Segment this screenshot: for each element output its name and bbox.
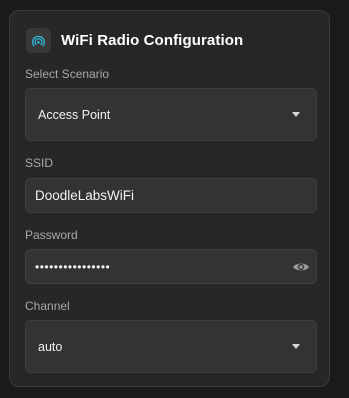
wifi-radio-icon: [26, 27, 51, 53]
ssid-label: SSID: [25, 156, 54, 170]
password-label: Password: [25, 228, 78, 242]
channel-select-value: auto: [38, 339, 63, 354]
wifi-config-card: WiFi Radio Configuration Select Scenario…: [9, 10, 330, 387]
scenario-select-value: Access Point: [38, 107, 111, 122]
channel-select[interactable]: auto: [25, 320, 317, 373]
card-header: WiFi Radio Configuration: [26, 27, 243, 53]
channel-label: Channel: [25, 299, 70, 313]
eye-icon[interactable]: [292, 261, 310, 273]
scenario-select[interactable]: Access Point: [25, 88, 317, 141]
ssid-input[interactable]: DoodleLabsWiFi: [25, 178, 317, 213]
scenario-label: Select Scenario: [25, 67, 110, 81]
chevron-down-icon: [292, 344, 300, 349]
password-input[interactable]: ••••••••••••••••: [25, 249, 317, 284]
chevron-down-icon: [292, 112, 300, 117]
ssid-input-value: DoodleLabsWiFi: [35, 188, 135, 203]
password-input-value: ••••••••••••••••: [35, 259, 111, 274]
page-title: WiFi Radio Configuration: [61, 31, 244, 49]
